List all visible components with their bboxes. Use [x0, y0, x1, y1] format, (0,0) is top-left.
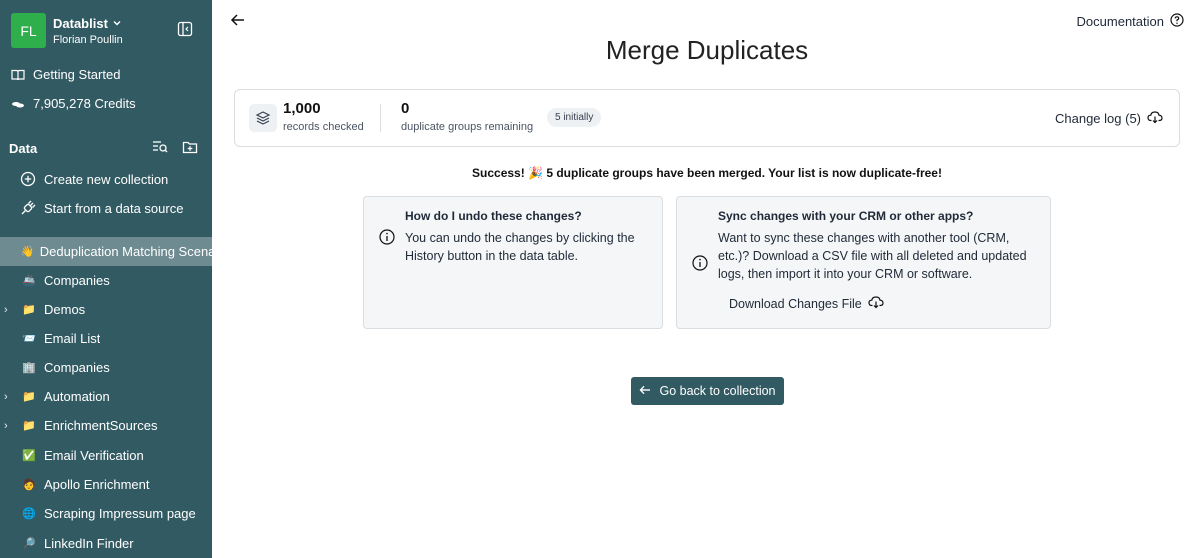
- collection-label: Email List: [44, 331, 101, 346]
- collection-item[interactable]: 🌐 Scraping Impressum page: [0, 499, 212, 528]
- records-checked-stat: 1,000 records checked: [283, 100, 364, 133]
- book-icon: [11, 68, 25, 82]
- collection-label: Scraping Impressum page: [44, 506, 196, 521]
- collection-label: Apollo Enrichment: [44, 477, 150, 492]
- layers-icon: [249, 104, 277, 132]
- search-collections-icon[interactable]: [152, 139, 168, 155]
- info-icon: [379, 229, 395, 245]
- plug-icon: [20, 200, 36, 216]
- initial-count-badge: 5 initially: [547, 108, 602, 127]
- action-label: Create new collection: [44, 171, 169, 187]
- collection-label: EnrichmentSources: [44, 418, 158, 433]
- collection-label: Email Verification: [44, 448, 144, 463]
- collection-label: Companies: [44, 273, 110, 288]
- changelog-label: Change log (5): [1055, 111, 1141, 126]
- collection-item[interactable]: 🔎 LinkedIn Finder: [0, 529, 212, 558]
- collection-folder[interactable]: › 📁 Automation: [0, 382, 212, 411]
- collection-label: Automation: [44, 389, 110, 404]
- check-mark-icon: ✅: [22, 450, 36, 462]
- coins-icon: [11, 97, 25, 111]
- globe-icon: 🌐: [22, 508, 36, 520]
- folder-icon: 📁: [22, 391, 36, 403]
- chevron-right-icon[interactable]: ›: [0, 304, 16, 316]
- collection-folder[interactable]: › 📁 Demos: [0, 295, 212, 324]
- stat-divider: [380, 104, 381, 132]
- sidebar-item-label: Getting Started: [33, 67, 121, 82]
- sidebar-collapse-icon[interactable]: [177, 21, 193, 37]
- cloud-download-icon: [1147, 110, 1163, 127]
- start-from-data-source-button[interactable]: Start from a data source: [20, 200, 183, 216]
- duplicate-groups-stat: 0 duplicate groups remaining: [401, 100, 533, 133]
- sync-info-card: Sync changes with your CRM or other apps…: [676, 196, 1051, 329]
- person-icon: 🧑: [22, 479, 36, 491]
- help-circle-icon: [1170, 13, 1184, 30]
- undo-info-card: How do I undo these changes? You can und…: [363, 196, 663, 329]
- collection-label: LinkedIn Finder: [44, 536, 134, 551]
- documentation-link[interactable]: Documentation: [1077, 13, 1184, 30]
- collection-item[interactable]: 👋 Deduplication Matching Scenarios: [0, 237, 212, 266]
- success-message: Success! 🎉 5 duplicate groups have been …: [472, 166, 942, 180]
- sidebar-item-label: 7,905,278 Credits: [33, 96, 136, 111]
- envelope-icon: 📨: [22, 333, 36, 345]
- sidebar: FL Datablist Florian Poullin Getting Sta…: [0, 0, 212, 558]
- action-label: Start from a data source: [44, 200, 184, 216]
- collection-label: Deduplication Matching Scenarios: [39, 244, 212, 259]
- collection-folder[interactable]: › 📁 EnrichmentSources: [0, 411, 212, 440]
- undo-card-title: How do I undo these changes?: [405, 209, 582, 223]
- go-back-to-collection-button[interactable]: Go back to collection: [631, 377, 784, 405]
- sidebar-item-credits[interactable]: 7,905,278 Credits: [11, 96, 136, 111]
- download-changes-button[interactable]: Download Changes File: [729, 295, 884, 312]
- collection-item[interactable]: 🏢 Companies: [0, 353, 212, 382]
- changelog-button[interactable]: Change log (5): [1055, 110, 1163, 127]
- groups-caption: duplicate groups remaining: [401, 121, 534, 133]
- new-folder-icon[interactable]: [182, 139, 198, 155]
- download-label: Download Changes File: [729, 296, 862, 311]
- records-caption: records checked: [283, 121, 364, 133]
- stats-card: 1,000 records checked 0 duplicate groups…: [234, 89, 1180, 147]
- info-icon: [692, 255, 708, 271]
- waving-hand-icon: 👋: [20, 246, 35, 258]
- ship-icon: 🚢: [22, 275, 36, 287]
- back-arrow-icon[interactable]: [230, 12, 246, 28]
- chevron-right-icon[interactable]: ›: [0, 391, 16, 403]
- sync-card-title: Sync changes with your CRM or other apps…: [718, 209, 974, 223]
- collection-item[interactable]: 📨 Email List: [0, 324, 212, 353]
- groups-count: 0: [401, 100, 410, 117]
- collection-label: Demos: [44, 302, 86, 317]
- workspace-name: Datablist: [53, 15, 108, 31]
- records-count: 1,000: [283, 100, 321, 117]
- documentation-label: Documentation: [1076, 14, 1164, 29]
- folder-icon: 📁: [22, 420, 36, 432]
- office-building-icon: 🏢: [22, 362, 36, 374]
- arrow-left-icon: [639, 384, 651, 399]
- avatar: FL: [11, 13, 46, 48]
- data-section-heading: Data: [9, 141, 38, 156]
- collection-label: Companies: [44, 360, 110, 375]
- collection-item[interactable]: 🧑 Apollo Enrichment: [0, 470, 212, 499]
- undo-card-body: You can undo the changes by clicking the…: [405, 231, 635, 263]
- plus-circle-icon: [20, 171, 36, 187]
- page-title: Merge Duplicates: [605, 35, 809, 65]
- sidebar-item-getting-started[interactable]: Getting Started: [11, 67, 120, 82]
- chevron-right-icon[interactable]: ›: [0, 420, 16, 432]
- workspace-user: Florian Poullin: [53, 33, 123, 46]
- folder-icon: 📁: [22, 304, 36, 316]
- create-collection-button[interactable]: Create new collection: [20, 171, 168, 187]
- chevron-down-icon: [112, 16, 122, 31]
- go-back-label: Go back to collection: [659, 384, 776, 398]
- cloud-download-icon: [868, 295, 884, 312]
- workspace-switcher[interactable]: FL Datablist Florian Poullin: [11, 13, 123, 48]
- collection-item[interactable]: ✅ Email Verification: [0, 441, 212, 470]
- magnifier-icon: 🔎: [22, 538, 36, 550]
- sync-card-body: Want to sync these changes with another …: [718, 231, 1027, 281]
- collection-item[interactable]: 🚢 Companies: [0, 266, 212, 295]
